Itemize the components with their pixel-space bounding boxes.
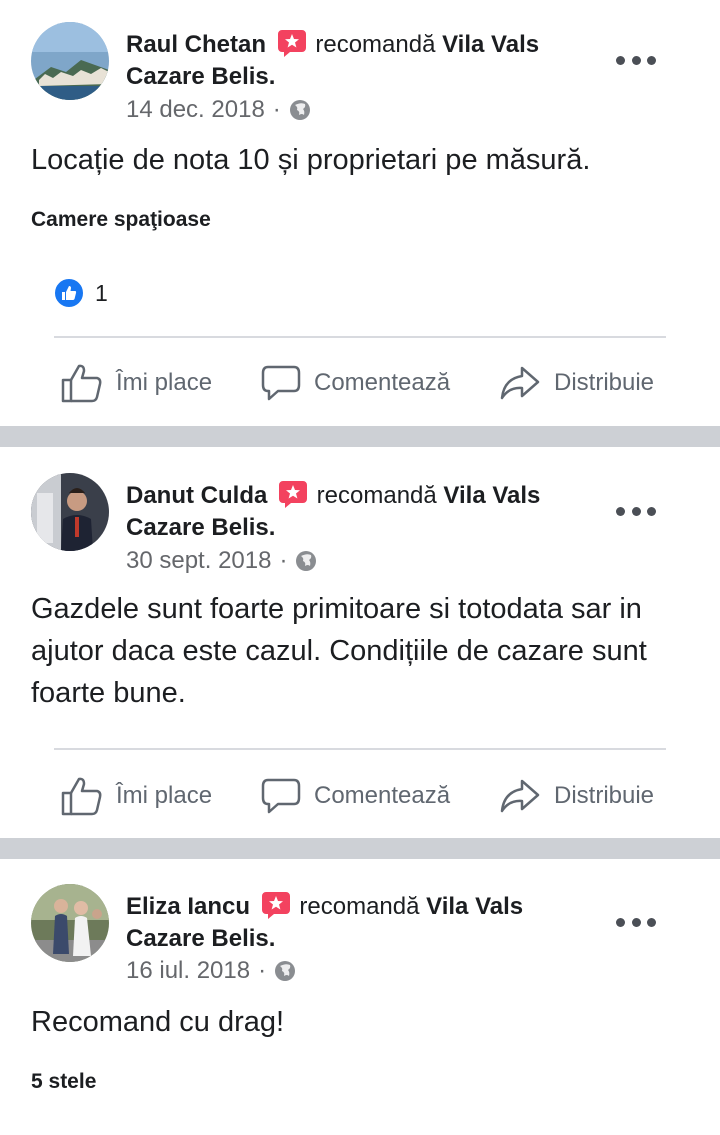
page-name-continued[interactable]: Cazare Belis. — [126, 63, 275, 90]
page-name[interactable]: Vila Vals — [426, 893, 523, 920]
comment-bubble-icon — [261, 778, 301, 814]
recommend-badge-icon — [277, 30, 306, 57]
comment-button[interactable]: Comentează — [260, 358, 450, 408]
page-name-continued[interactable]: Cazare Belis. — [126, 925, 275, 952]
meta-separator: · — [279, 547, 288, 574]
post-date[interactable]: 16 iul. 2018 — [126, 956, 250, 986]
share-button[interactable]: Distribuie — [498, 771, 654, 821]
comment-button[interactable]: Comentează — [260, 771, 450, 821]
post-text: Recomand cu drag! — [31, 1006, 285, 1038]
post-actions: Îmi place Comentează Distribuie — [56, 358, 676, 408]
post-meta: 30 sept. 2018 · — [126, 546, 317, 576]
more-options-icon[interactable] — [616, 912, 656, 932]
share-button[interactable]: Distribuie — [498, 358, 654, 408]
post-meta: 16 iul. 2018 · — [126, 956, 296, 986]
meta-separator: · — [272, 96, 281, 123]
reactions-summary[interactable]: 1 — [53, 277, 108, 309]
share-label: Distribuie — [554, 782, 655, 809]
like-count: 1 — [95, 279, 108, 306]
review-post: Eliza Iancu recomandă Vila Vals Cazare B… — [0, 859, 720, 1135]
share-arrow-icon — [500, 779, 540, 813]
post-date[interactable]: 30 sept. 2018 — [126, 546, 271, 576]
review-tag: Camere spaţioase — [31, 208, 211, 231]
like-label: Îmi place — [116, 782, 213, 809]
post-date[interactable]: 14 dec. 2018 — [126, 95, 265, 125]
recommend-badge-icon — [279, 481, 307, 508]
more-options-icon[interactable] — [616, 50, 656, 70]
globe-icon — [296, 551, 317, 571]
post-meta: 14 dec. 2018 · — [126, 95, 311, 125]
post-header: Danut Culda recomandă Vila Vals Cazare B… — [126, 479, 596, 544]
page-name[interactable]: Vila Vals — [442, 31, 539, 58]
meta-separator: · — [258, 957, 267, 984]
author-name[interactable]: Danut Culda — [126, 482, 267, 509]
recommend-verb: recomandă — [299, 893, 420, 920]
author-name[interactable]: Eliza Iancu — [126, 893, 250, 920]
recommend-badge-icon — [261, 892, 290, 919]
post-text: Locație de nota 10 și proprietari pe măs… — [31, 144, 591, 176]
like-label: Îmi place — [116, 369, 213, 396]
recommend-verb: recomandă — [316, 482, 437, 509]
like-button[interactable]: Îmi place — [60, 771, 212, 821]
page-name[interactable]: Vila Vals — [443, 482, 540, 509]
comment-label: Comentează — [314, 782, 451, 809]
more-options-icon[interactable] — [616, 501, 656, 521]
thumbs-up-icon — [61, 364, 102, 403]
post-header: Eliza Iancu recomandă Vila Vals Cazare B… — [126, 890, 596, 955]
like-reaction-icon — [53, 277, 85, 309]
recommend-verb: recomandă — [315, 31, 436, 58]
share-arrow-icon — [500, 366, 540, 400]
review-post: Danut Culda recomandă Vila Vals Cazare B… — [0, 447, 720, 838]
comment-label: Comentează — [314, 369, 451, 396]
comment-bubble-icon — [261, 365, 301, 401]
page-name-continued[interactable]: Cazare Belis. — [126, 514, 275, 541]
review-tag: 5 stele — [31, 1070, 97, 1093]
thumbs-up-icon — [61, 777, 102, 816]
avatar[interactable] — [31, 22, 109, 100]
reviews-feed: Raul Chetan recomandă Vila Vals Cazare B… — [0, 0, 720, 1135]
avatar[interactable] — [31, 884, 109, 962]
globe-icon — [275, 961, 296, 981]
avatar[interactable] — [31, 473, 109, 551]
author-name[interactable]: Raul Chetan — [126, 31, 266, 58]
post-separator — [0, 838, 720, 859]
divider — [54, 336, 666, 338]
post-header: Raul Chetan recomandă Vila Vals Cazare B… — [126, 28, 596, 93]
divider — [54, 748, 666, 750]
like-button[interactable]: Îmi place — [60, 358, 212, 408]
share-label: Distribuie — [554, 369, 655, 396]
post-separator — [0, 426, 720, 447]
post-text: Gazdele sunt foarte primitoare si totoda… — [31, 593, 647, 709]
review-post: Raul Chetan recomandă Vila Vals Cazare B… — [0, 0, 720, 426]
post-actions: Îmi place Comentează Distribuie — [56, 771, 676, 821]
globe-icon — [289, 100, 310, 120]
